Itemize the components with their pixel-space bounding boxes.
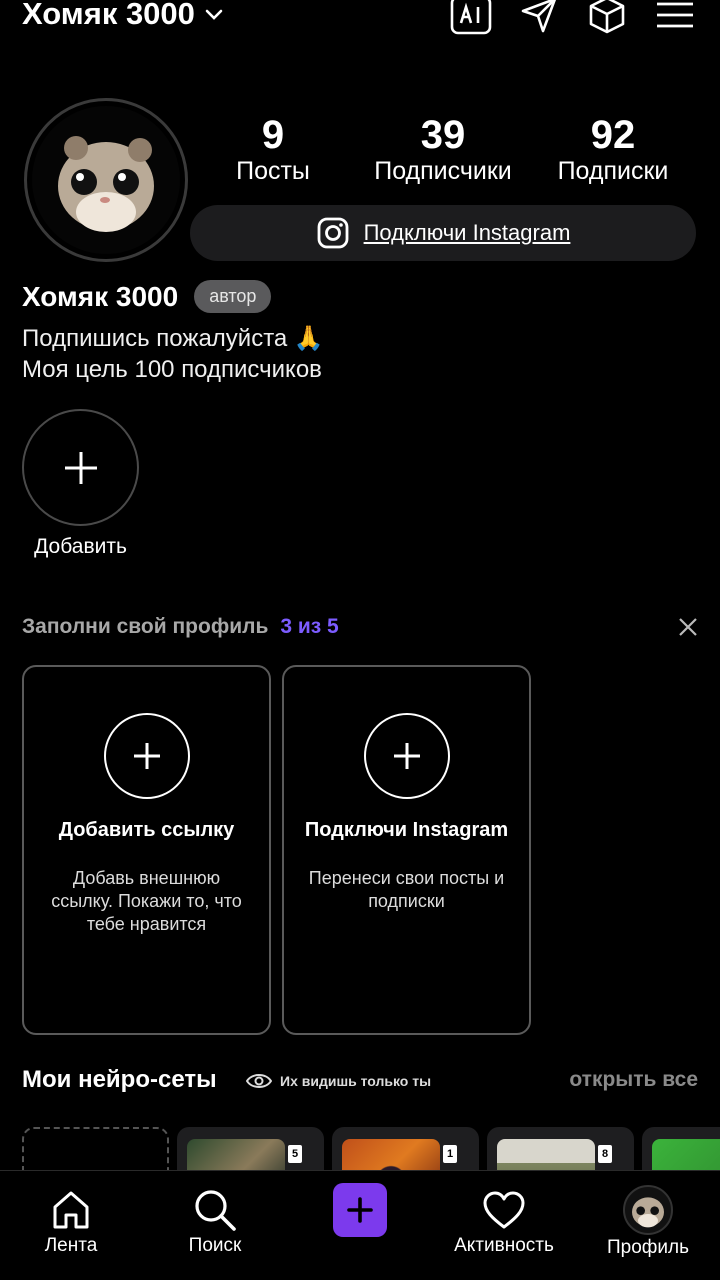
chevron-down-icon bbox=[205, 9, 223, 20]
followers-label: Подписчики bbox=[374, 157, 512, 185]
private-note-text: Их видишь только ты bbox=[280, 1073, 432, 1089]
nav-feed[interactable]: Лента bbox=[6, 1185, 136, 1257]
top-bar: Хомяк 3000 bbox=[0, 0, 720, 44]
nav-search[interactable]: Поиск bbox=[150, 1185, 280, 1257]
plus-icon bbox=[64, 451, 97, 484]
posts-count: 9 bbox=[261, 113, 285, 157]
eye-icon bbox=[246, 1074, 272, 1088]
instagram-icon bbox=[317, 217, 348, 249]
private-note: Их видишь только ты bbox=[246, 1072, 431, 1090]
fill-profile-title: Заполни свой профиль bbox=[22, 615, 269, 638]
menu-icon[interactable] bbox=[654, 0, 696, 36]
add-highlight-button[interactable] bbox=[22, 409, 139, 526]
posts-label: Посты bbox=[236, 157, 310, 185]
following-count: 92 bbox=[590, 113, 636, 157]
box-icon[interactable] bbox=[586, 0, 628, 36]
profile-page: Хомяк 3000 9 Посты 39 Подписчики 92 Подп… bbox=[0, 0, 720, 1280]
nav-profile-label: Профиль bbox=[606, 1237, 690, 1258]
image-count-badge: 1 bbox=[443, 1145, 457, 1163]
card-title: Подключи Instagram bbox=[304, 819, 509, 841]
profile-avatar-small bbox=[623, 1185, 673, 1235]
account-name: Хомяк 3000 bbox=[22, 0, 195, 31]
neuro-sets-header: Мои нейро-сеты Их видишь только ты откры… bbox=[22, 1066, 698, 1100]
author-badge: автор bbox=[194, 280, 272, 313]
bio-line: Подпишись пожалуйста 🙏 bbox=[22, 325, 324, 352]
add-link-button[interactable] bbox=[103, 713, 190, 799]
create-button[interactable] bbox=[333, 1183, 387, 1237]
profile-avatar[interactable] bbox=[24, 98, 188, 262]
add-link-card[interactable]: Добавить ссылку Добавь внешнюю ссылку. П… bbox=[22, 665, 271, 1035]
card-description: Перенеси свои посты и подписки bbox=[308, 868, 505, 911]
bottom-navigation: Лента Поиск Активность Профиль bbox=[0, 1170, 720, 1280]
nav-activity[interactable]: Активность bbox=[439, 1185, 569, 1257]
nav-create[interactable] bbox=[295, 1183, 425, 1237]
hamster-avatar-image bbox=[58, 136, 154, 232]
stat-posts[interactable]: 9 Посты bbox=[222, 112, 324, 186]
send-icon[interactable] bbox=[518, 0, 560, 36]
connect-instagram-button[interactable]: Подключи Instagram bbox=[190, 205, 696, 261]
profile-name: Хомяк 3000 bbox=[22, 280, 179, 312]
plus-icon bbox=[133, 743, 160, 769]
account-switcher[interactable]: Хомяк 3000 bbox=[22, 0, 223, 32]
plus-icon bbox=[393, 743, 420, 769]
fill-profile-header: Заполни свой профиль 3 из 5 bbox=[22, 615, 698, 639]
connect-instagram-card[interactable]: Подключи Instagram Перенеси свои посты и… bbox=[282, 665, 531, 1035]
nav-feed-label: Лента bbox=[44, 1235, 98, 1256]
nav-profile[interactable]: Профиль bbox=[583, 1185, 713, 1259]
stat-followers[interactable]: 39 Подписчики bbox=[360, 112, 526, 186]
hamster-avatar-image bbox=[632, 1197, 664, 1228]
followers-count: 39 bbox=[420, 113, 466, 157]
close-icon[interactable] bbox=[678, 617, 698, 642]
nav-search-label: Поиск bbox=[188, 1235, 242, 1256]
home-icon bbox=[53, 1191, 89, 1229]
search-icon bbox=[195, 1190, 236, 1231]
neuro-sets-title: Мои нейро-сеты bbox=[22, 1066, 217, 1093]
card-title: Добавить ссылку bbox=[58, 819, 235, 841]
bio-line: Моя цель 100 подписчиков bbox=[22, 356, 322, 383]
nav-activity-label: Активность bbox=[454, 1235, 554, 1256]
card-description: Добавь внешнюю ссылку. Покажи то, что те… bbox=[51, 868, 242, 934]
profile-bio: Подпишись пожалуйста 🙏 Моя цель 100 подп… bbox=[22, 323, 324, 385]
open-all-link[interactable]: открыть все bbox=[569, 1068, 698, 1092]
ai-icon[interactable] bbox=[450, 0, 492, 36]
add-highlight-label: Добавить bbox=[34, 535, 127, 558]
plus-icon bbox=[347, 1197, 373, 1223]
heart-icon bbox=[483, 1191, 525, 1229]
image-count-badge: 8 bbox=[598, 1145, 612, 1163]
connect-instagram-card-button[interactable] bbox=[363, 713, 450, 799]
following-label: Подписки bbox=[557, 157, 669, 185]
connect-instagram-label: Подключи Instagram bbox=[363, 220, 571, 245]
stat-following[interactable]: 92 Подписки bbox=[546, 112, 680, 186]
image-count-badge: 5 bbox=[288, 1145, 302, 1163]
fill-profile-progress: 3 из 5 bbox=[280, 615, 339, 638]
